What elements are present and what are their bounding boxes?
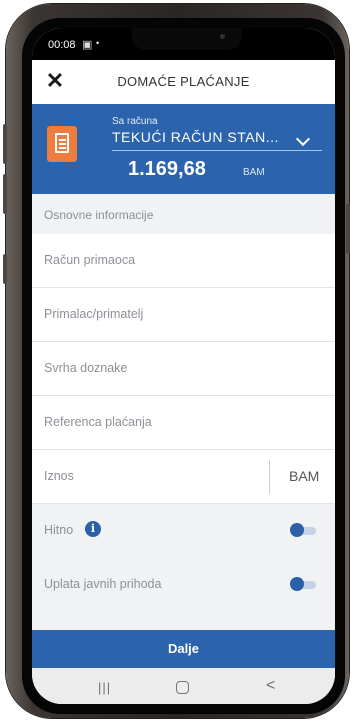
section-header: Osnovne informacije — [32, 194, 335, 234]
amount-placeholder: Iznos — [44, 469, 74, 483]
volume-button — [3, 124, 7, 164]
recent-apps-icon[interactable]: ||| — [98, 680, 111, 695]
next-button[interactable]: Dalje — [32, 630, 335, 668]
amount-field[interactable]: Iznos BAM — [32, 450, 335, 504]
public-revenue-row: Uplata javnih prihoda — [32, 558, 335, 612]
urgent-row: Hitno i — [32, 504, 335, 558]
public-revenue-label: Uplata javnih prihoda — [44, 577, 162, 591]
volume-button — [3, 174, 7, 214]
payment-reference-placeholder: Referenca plaćanja — [44, 415, 152, 429]
status-time: 00:08 — [48, 39, 76, 51]
account-name: TEKUĆI RAČUN STAN... — [112, 129, 279, 145]
phone-bezel: 00:08 ▣ • ✕ DOMAĆE PLAĆANJE Sa računa TE… — [22, 18, 345, 714]
recipient-account-placeholder: Račun primaoca — [44, 253, 136, 267]
source-account-selector[interactable]: Sa računa TEKUĆI RAČUN STAN... 1.169,68 … — [32, 104, 335, 194]
account-underline — [112, 150, 322, 151]
urgent-label: Hitno — [44, 523, 74, 537]
purpose-field[interactable]: Svrha doznake — [32, 342, 335, 396]
bixby-button — [3, 254, 7, 284]
urgent-toggle[interactable] — [290, 523, 316, 537]
account-currency: BAM — [243, 167, 265, 178]
system-nav-bar: ||| < — [32, 668, 335, 704]
section-title: Osnovne informacije — [44, 208, 154, 222]
public-revenue-toggle[interactable] — [290, 577, 316, 591]
notification-dot-icon: • — [96, 38, 100, 48]
info-icon[interactable]: i — [85, 521, 101, 537]
phone-frame: 00:08 ▣ • ✕ DOMAĆE PLAĆANJE Sa računa TE… — [3, 4, 350, 718]
home-icon[interactable] — [176, 681, 189, 694]
status-bar: 00:08 ▣ • — [32, 28, 335, 60]
power-button — [346, 204, 350, 254]
app-screen: 00:08 ▣ • ✕ DOMAĆE PLAĆANJE Sa računa TE… — [32, 28, 335, 704]
purpose-placeholder: Svrha doznake — [44, 361, 128, 375]
chevron-down-icon[interactable] — [295, 131, 311, 147]
recipient-field[interactable]: Primalac/primatelj — [32, 288, 335, 342]
amount-divider — [269, 460, 270, 494]
front-camera — [220, 34, 225, 39]
notch — [132, 28, 242, 50]
document-icon — [47, 126, 77, 162]
account-from-label: Sa računa — [112, 116, 158, 127]
page-title: DOMAĆE PLAĆANJE — [117, 74, 250, 89]
recipient-account-field[interactable]: Račun primaoca — [32, 234, 335, 288]
amount-currency: BAM — [289, 468, 320, 484]
recipient-placeholder: Primalac/primatelj — [44, 307, 144, 321]
payment-reference-field[interactable]: Referenca plaćanja — [32, 396, 335, 450]
app-header: ✕ DOMAĆE PLAĆANJE — [32, 60, 335, 104]
account-balance: 1.169,68 — [128, 158, 206, 180]
gallery-notification-icon: ▣ — [82, 39, 93, 51]
back-icon[interactable]: < — [266, 677, 275, 695]
